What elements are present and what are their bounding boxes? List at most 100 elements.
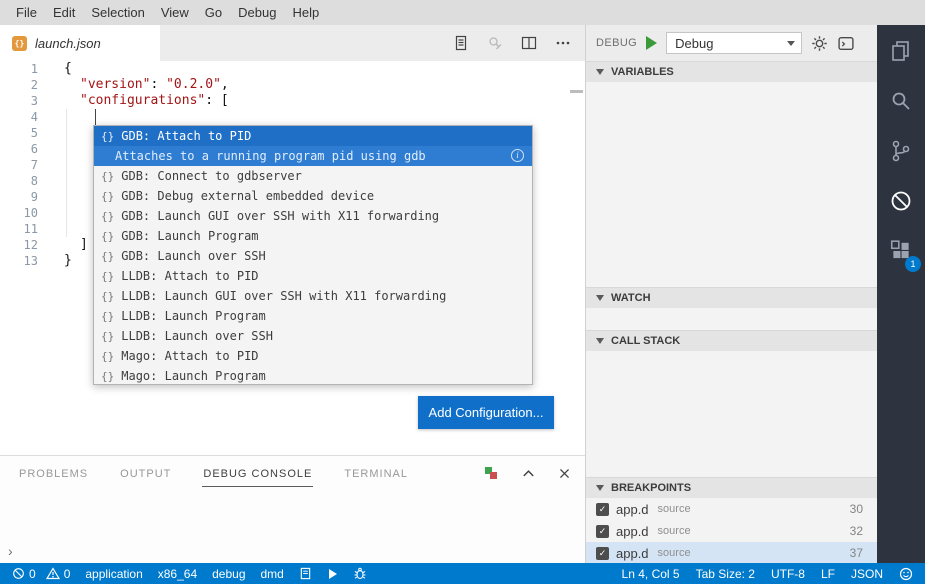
panel-actions bbox=[483, 465, 571, 481]
suggest-item-selected[interactable]: {} GDB: Attach to PID bbox=[94, 126, 532, 146]
suggest-item[interactable]: {}LLDB: Attach to PID bbox=[94, 266, 532, 286]
source-control-icon[interactable] bbox=[877, 127, 925, 175]
menu-view[interactable]: View bbox=[153, 5, 197, 20]
snippet-icon: {} bbox=[101, 230, 114, 243]
status-application[interactable]: application bbox=[85, 567, 142, 581]
breakpoint-row[interactable]: app.d source 37 bbox=[586, 542, 877, 564]
activity-bar: 1 bbox=[877, 25, 925, 563]
tab-bar: {} launch.json bbox=[0, 25, 585, 61]
checkbox-checked-icon[interactable] bbox=[596, 525, 609, 538]
suggest-item[interactable]: {}LLDB: Launch GUI over SSH with X11 for… bbox=[94, 286, 532, 306]
snippet-icon: {} bbox=[101, 130, 114, 143]
menu-selection[interactable]: Selection bbox=[83, 5, 152, 20]
bug-icon[interactable] bbox=[353, 567, 367, 580]
chevron-down-icon bbox=[596, 485, 604, 491]
run-icon[interactable] bbox=[327, 568, 338, 580]
status-compiler[interactable]: dmd bbox=[261, 567, 284, 581]
add-configuration-button[interactable]: Add Configuration... bbox=[418, 396, 554, 429]
info-icon[interactable]: i bbox=[511, 149, 524, 162]
debug-console-icon[interactable] bbox=[837, 35, 855, 52]
overview-ruler-mark bbox=[570, 90, 583, 93]
debug-toolbar: DEBUG Debug bbox=[586, 25, 877, 61]
more-actions-icon[interactable] bbox=[555, 35, 571, 51]
menu-help[interactable]: Help bbox=[284, 5, 327, 20]
gear-icon[interactable] bbox=[811, 35, 828, 52]
error-count: 0 bbox=[29, 567, 36, 581]
filter-icon[interactable] bbox=[483, 465, 499, 481]
snippet-icon: {} bbox=[101, 210, 114, 223]
code-line-2: "version": "0.2.0", bbox=[0, 77, 585, 93]
start-debug-icon[interactable] bbox=[646, 36, 657, 50]
snippet-icon: {} bbox=[101, 310, 114, 323]
explorer-icon[interactable] bbox=[877, 27, 925, 75]
breakpoint-line: 30 bbox=[850, 502, 863, 516]
breakpoint-row[interactable]: app.d source 32 bbox=[586, 520, 877, 542]
json-file-icon: {} bbox=[12, 36, 27, 51]
language-mode[interactable]: JSON bbox=[851, 567, 883, 581]
section-title: WATCH bbox=[611, 292, 651, 304]
notebook-icon[interactable] bbox=[299, 567, 312, 580]
status-bar-right: Ln 4, Col 5 Tab Size: 2 UTF-8 LF JSON bbox=[622, 567, 913, 581]
editor-actions bbox=[453, 35, 585, 51]
debug-configuration-value: Debug bbox=[675, 36, 713, 51]
tab-debug-console[interactable]: DEBUG CONSOLE bbox=[202, 459, 313, 487]
menu-edit[interactable]: Edit bbox=[45, 5, 83, 20]
tab-output[interactable]: OUTPUT bbox=[119, 459, 172, 487]
debug-configuration-select[interactable]: Debug bbox=[666, 32, 802, 54]
suggest-label: GDB: Attach to PID bbox=[121, 129, 251, 143]
breakpoint-line: 32 bbox=[850, 524, 863, 538]
menu-debug[interactable]: Debug bbox=[230, 5, 284, 20]
section-variables[interactable]: VARIABLES bbox=[586, 61, 877, 82]
breakpoint-file: app.d bbox=[616, 546, 649, 561]
search-edit-icon[interactable] bbox=[487, 35, 503, 51]
tab-terminal[interactable]: TERMINAL bbox=[343, 459, 409, 487]
snippet-icon: {} bbox=[101, 290, 114, 303]
status-arch[interactable]: x86_64 bbox=[158, 567, 197, 581]
suggest-item[interactable]: {}LLDB: Launch Program bbox=[94, 306, 532, 326]
breakpoint-file: app.d bbox=[616, 524, 649, 539]
suggest-item[interactable]: {}GDB: Connect to gdbserver bbox=[94, 166, 532, 186]
menu-file[interactable]: File bbox=[8, 5, 45, 20]
search-icon[interactable] bbox=[877, 77, 925, 125]
close-panel-icon[interactable] bbox=[558, 467, 571, 480]
suggest-item[interactable]: {}GDB: Launch Program bbox=[94, 226, 532, 246]
breakpoint-row[interactable]: app.d source 30 bbox=[586, 498, 877, 520]
chevron-down-icon bbox=[596, 338, 604, 344]
document-icon[interactable] bbox=[453, 35, 469, 51]
code-line-3: "configurations": [ bbox=[0, 93, 585, 109]
indent-guide bbox=[66, 109, 67, 237]
menu-go[interactable]: Go bbox=[197, 5, 230, 20]
problems-status[interactable]: 0 0 bbox=[12, 567, 70, 581]
extensions-icon[interactable]: 1 bbox=[877, 227, 925, 275]
breakpoint-origin: source bbox=[658, 547, 691, 559]
split-editor-icon[interactable] bbox=[521, 35, 537, 51]
debug-icon[interactable] bbox=[877, 177, 925, 225]
breakpoint-origin: source bbox=[658, 525, 691, 537]
section-title: CALL STACK bbox=[611, 335, 680, 347]
encoding-setting[interactable]: UTF-8 bbox=[771, 567, 805, 581]
suggest-item[interactable]: {}GDB: Debug external embedded device bbox=[94, 186, 532, 206]
chevron-down-icon bbox=[596, 69, 604, 75]
tab-launch-json[interactable]: {} launch.json bbox=[0, 25, 160, 61]
suggest-item[interactable]: {}Mago: Launch Program bbox=[94, 366, 532, 386]
maximize-panel-icon[interactable] bbox=[521, 466, 536, 481]
checkbox-checked-icon[interactable] bbox=[596, 503, 609, 516]
snippet-icon: {} bbox=[101, 170, 114, 183]
section-breakpoints[interactable]: BREAKPOINTS bbox=[586, 477, 877, 498]
section-call-stack[interactable]: CALL STACK bbox=[586, 330, 877, 351]
cursor-position[interactable]: Ln 4, Col 5 bbox=[622, 567, 680, 581]
extensions-badge: 1 bbox=[905, 256, 921, 272]
suggest-item[interactable]: {}GDB: Launch over SSH bbox=[94, 246, 532, 266]
eol-setting[interactable]: LF bbox=[821, 567, 835, 581]
tab-problems[interactable]: PROBLEMS bbox=[18, 459, 89, 487]
indentation-setting[interactable]: Tab Size: 2 bbox=[696, 567, 755, 581]
status-build-type[interactable]: debug bbox=[212, 567, 245, 581]
section-watch[interactable]: WATCH bbox=[586, 287, 877, 308]
checkbox-checked-icon[interactable] bbox=[596, 547, 609, 560]
feedback-smiley-icon[interactable] bbox=[899, 567, 913, 581]
suggest-item[interactable]: {}GDB: Launch GUI over SSH with X11 forw… bbox=[94, 206, 532, 226]
suggest-item[interactable]: {}LLDB: Launch over SSH bbox=[94, 326, 532, 346]
status-bar: 0 0 application x86_64 debug dmd Ln 4, C… bbox=[0, 563, 925, 584]
suggest-item[interactable]: {}Mago: Attach to PID bbox=[94, 346, 532, 366]
snippet-icon: {} bbox=[101, 250, 114, 263]
